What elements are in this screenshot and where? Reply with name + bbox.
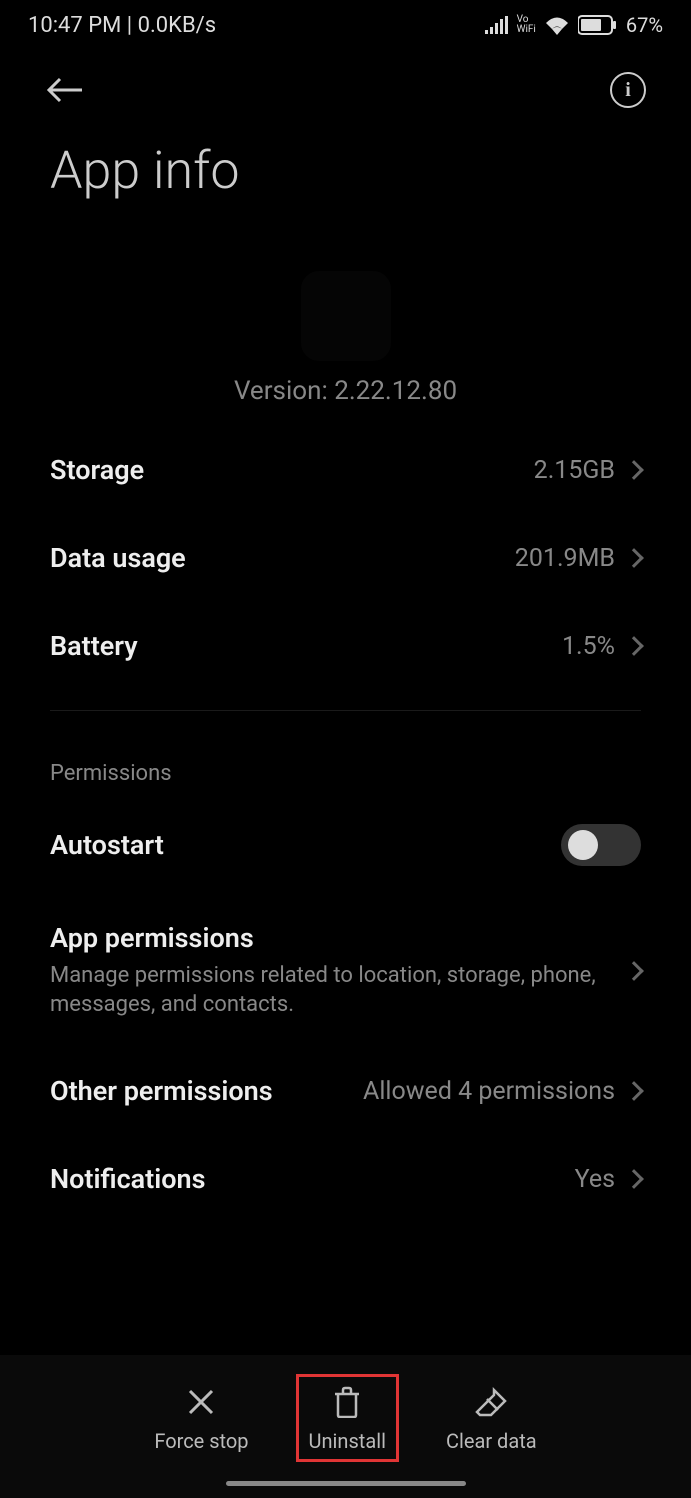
battery-row[interactable]: Battery 1.5% xyxy=(50,602,641,690)
notifications-value: Yes xyxy=(575,1165,615,1194)
chevron-right-icon xyxy=(624,961,644,981)
notifications-row[interactable]: Notifications Yes xyxy=(50,1135,641,1223)
notifications-label: Notifications xyxy=(50,1163,575,1195)
status-time-net: 10:47 PM | 0.0KB/s xyxy=(28,13,216,38)
app-header: Version: 2.22.12.80 xyxy=(0,241,691,426)
main-content: Storage 2.15GB Data usage 201.9MB Batter… xyxy=(0,426,691,1223)
force-stop-label: Force stop xyxy=(154,1429,248,1453)
bottom-action-bar: Force stop Uninstall Clear data xyxy=(0,1355,691,1498)
clear-data-label: Clear data xyxy=(446,1429,537,1453)
vowifi-indicator: Vo WiFi xyxy=(517,15,536,35)
chevron-right-icon xyxy=(624,1081,644,1101)
wifi-icon xyxy=(544,15,570,35)
chevron-right-icon xyxy=(624,548,644,568)
permissions-header: Permissions xyxy=(50,731,641,796)
app-permissions-row[interactable]: App permissions Manage permissions relat… xyxy=(50,894,641,1047)
nav-bar xyxy=(0,50,691,120)
signal-icon xyxy=(485,16,509,34)
close-icon xyxy=(182,1383,220,1421)
page-title: App info xyxy=(0,120,691,241)
divider xyxy=(50,710,641,711)
app-version: Version: 2.22.12.80 xyxy=(0,376,691,406)
battery-icon xyxy=(578,15,618,35)
vowifi-bottom: WiFi xyxy=(517,25,536,35)
data-usage-label: Data usage xyxy=(50,542,515,574)
app-permissions-sub: Manage permissions related to location, … xyxy=(50,962,627,1019)
chevron-right-icon xyxy=(624,1169,644,1189)
storage-row[interactable]: Storage 2.15GB xyxy=(50,426,641,514)
other-permissions-value: Allowed 4 permissions xyxy=(363,1077,615,1106)
battery-percent: 67% xyxy=(626,13,663,37)
uninstall-label: Uninstall xyxy=(309,1429,386,1453)
other-permissions-row[interactable]: Other permissions Allowed 4 permissions xyxy=(50,1047,641,1135)
trash-icon xyxy=(328,1383,366,1421)
other-permissions-label: Other permissions xyxy=(50,1075,363,1107)
storage-value: 2.15GB xyxy=(534,456,615,485)
clear-data-button[interactable]: Clear data xyxy=(446,1383,537,1453)
app-permissions-label: App permissions xyxy=(50,922,627,954)
force-stop-button[interactable]: Force stop xyxy=(154,1383,248,1453)
battery-label: Battery xyxy=(50,630,562,662)
autostart-row[interactable]: Autostart xyxy=(50,796,641,894)
info-button[interactable] xyxy=(610,72,646,108)
status-bar: 10:47 PM | 0.0KB/s Vo WiFi 67% xyxy=(0,0,691,50)
eraser-icon xyxy=(472,1383,510,1421)
back-button[interactable] xyxy=(45,70,85,110)
storage-label: Storage xyxy=(50,454,534,486)
data-usage-row[interactable]: Data usage 201.9MB xyxy=(50,514,641,602)
chevron-right-icon xyxy=(624,636,644,656)
toggle-knob xyxy=(568,830,598,860)
app-icon xyxy=(301,271,391,361)
autostart-label: Autostart xyxy=(50,829,561,861)
home-indicator[interactable] xyxy=(226,1481,466,1486)
battery-value: 1.5% xyxy=(562,632,615,661)
uninstall-button[interactable]: Uninstall xyxy=(296,1374,399,1462)
data-usage-value: 201.9MB xyxy=(515,544,615,573)
chevron-right-icon xyxy=(624,460,644,480)
status-icons: Vo WiFi 67% xyxy=(485,13,663,37)
autostart-toggle[interactable] xyxy=(561,824,641,866)
